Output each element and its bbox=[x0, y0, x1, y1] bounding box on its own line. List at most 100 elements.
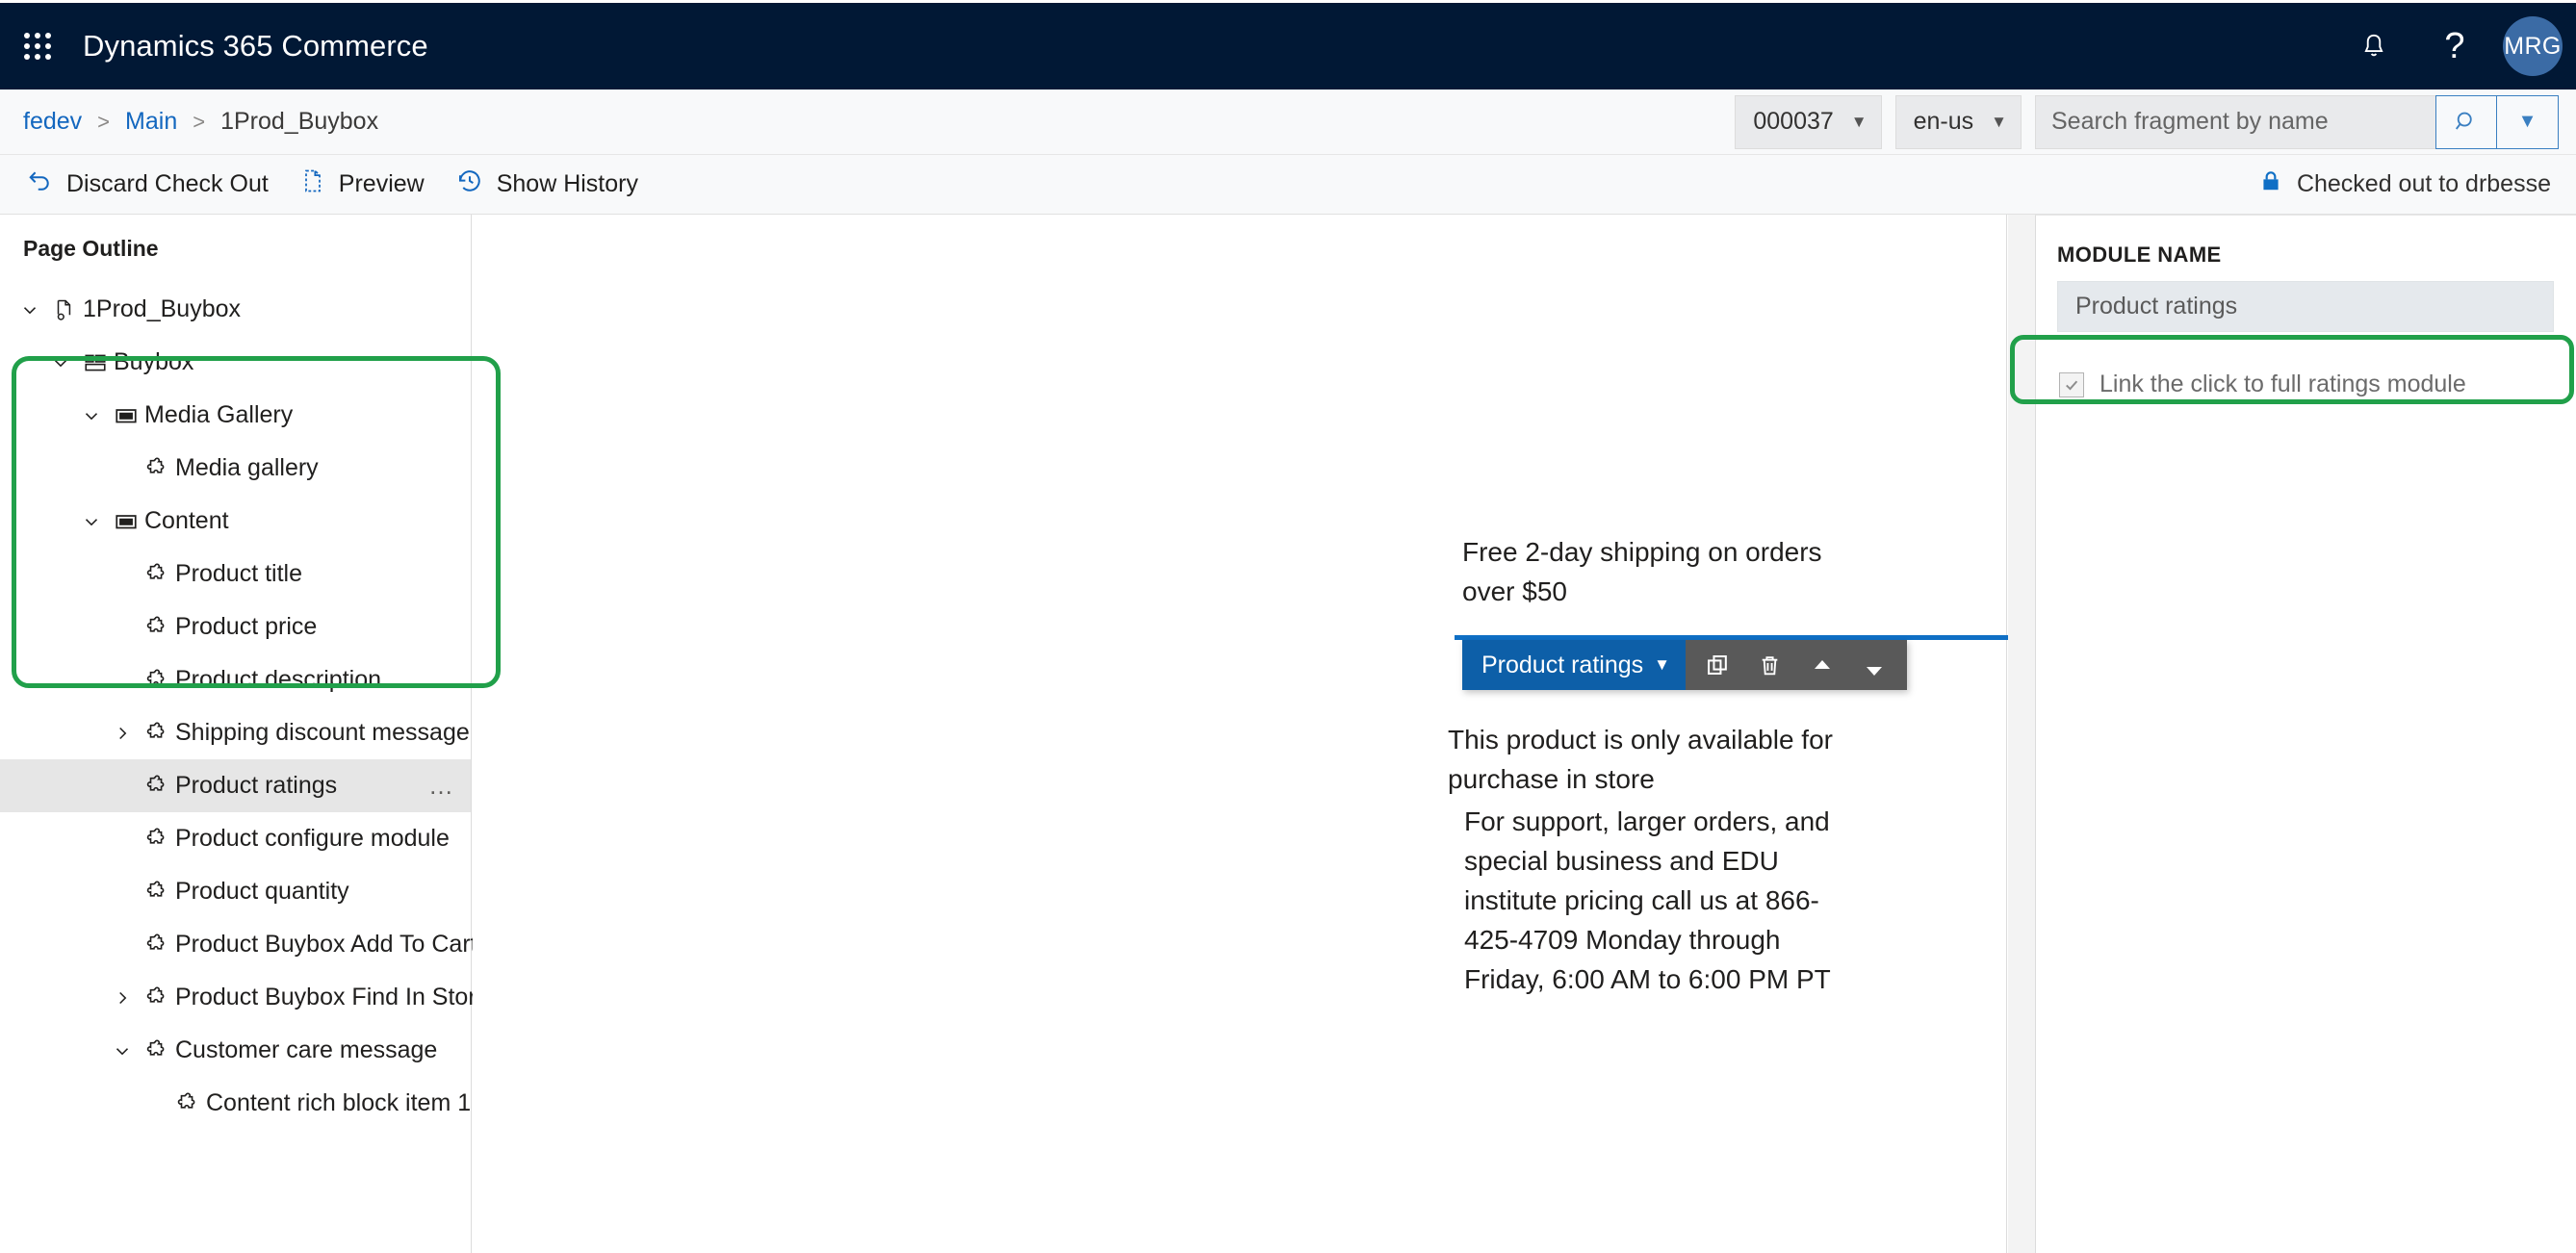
module-puzzle-icon bbox=[139, 1038, 175, 1063]
module-toolbar-label: Product ratings bbox=[1481, 651, 1644, 678]
search-options-dropdown-icon[interactable]: ▼ bbox=[2497, 94, 2559, 149]
bell-icon[interactable] bbox=[2333, 3, 2414, 90]
page-outline-title: Page Outline bbox=[23, 236, 159, 261]
module-toolbar-name-button[interactable]: Product ratings ▼ bbox=[1462, 640, 1686, 690]
search-icon[interactable] bbox=[2435, 94, 2497, 149]
tree-node-label: Product configure module bbox=[175, 825, 450, 852]
undo-icon bbox=[25, 166, 54, 202]
module-name-input[interactable] bbox=[2057, 281, 2554, 332]
tree-node-label: Content rich block item 1 bbox=[206, 1089, 472, 1116]
avatar[interactable]: MRG bbox=[2503, 16, 2563, 76]
tree-node-media-gallery[interactable]: Media gallery bbox=[0, 442, 471, 495]
locale-select-value: en-us bbox=[1913, 108, 1974, 135]
product-store-availability-text[interactable]: This product is only available for purch… bbox=[1448, 720, 1862, 799]
tree-node-shipping-discount-message[interactable]: Shipping discount message bbox=[0, 706, 471, 759]
module-toolbar: Product ratings ▼ bbox=[1462, 640, 1907, 690]
chevron-right-icon[interactable] bbox=[106, 723, 139, 744]
tree-node-media-gallery[interactable]: Media Gallery bbox=[0, 389, 471, 442]
tree-node-overflow-menu-icon[interactable]: … bbox=[428, 771, 455, 801]
question-mark-icon[interactable]: ? bbox=[2414, 3, 2495, 90]
discard-check-out-label: Discard Check Out bbox=[66, 170, 269, 197]
tree-node-label: Product title bbox=[175, 560, 303, 587]
checkout-status-label: Checked out to drbesse bbox=[2296, 170, 2551, 197]
tree-node-1prod-buybox[interactable]: 1Prod_Buybox bbox=[0, 283, 471, 336]
locale-select[interactable]: en-us ▼ bbox=[1894, 94, 2022, 149]
tree-node-product-quantity[interactable]: Product quantity bbox=[0, 865, 471, 918]
tree-node-label: Product ratings bbox=[175, 772, 338, 799]
chevron-down-icon: ▼ bbox=[1991, 112, 2007, 131]
tree-node-label: Media gallery bbox=[175, 454, 319, 481]
customer-care-message-text[interactable]: For support, larger orders, and special … bbox=[1464, 802, 1859, 999]
breadcrumb-bar-actions: 000037 ▼ en-us ▼ ▼ bbox=[1735, 94, 2559, 149]
module-puzzle-icon bbox=[139, 827, 175, 852]
channel-select[interactable]: 000037 ▼ bbox=[1735, 94, 1882, 149]
module-puzzle-icon bbox=[139, 774, 175, 799]
tree-node-content-rich-block-item-1[interactable]: Content rich block item 1 bbox=[0, 1077, 471, 1130]
tree-node-product-price[interactable]: Product price bbox=[0, 601, 471, 653]
show-history-button[interactable]: Show History bbox=[455, 155, 644, 215]
preview-button[interactable]: Preview bbox=[299, 155, 430, 215]
breadcrumb-item-current: 1Prod_Buybox bbox=[220, 108, 379, 135]
module-puzzle-icon bbox=[139, 668, 175, 693]
tree-node-buybox[interactable]: Buybox bbox=[0, 336, 471, 389]
tree-node-product-title[interactable]: Product title bbox=[0, 548, 471, 601]
chevron-down-icon[interactable] bbox=[75, 511, 108, 532]
tree-node-label: Media Gallery bbox=[144, 401, 294, 428]
module-puzzle-icon bbox=[169, 1091, 206, 1116]
link-click-checkbox-row[interactable]: Link the click to full ratings module bbox=[2059, 371, 2576, 398]
chevron-down-icon[interactable] bbox=[13, 299, 46, 320]
module-puzzle-icon bbox=[139, 615, 175, 640]
tree-node-product-description[interactable]: Product description bbox=[0, 653, 471, 706]
page-canvas[interactable]: Free 2-day shipping on orders over $50 P… bbox=[473, 215, 2044, 1253]
module-properties-panel: MODULE NAME Link the click to full ratin… bbox=[2035, 215, 2576, 1253]
checkmark-icon[interactable] bbox=[2059, 371, 2084, 397]
tree-node-label: Shipping discount message bbox=[175, 719, 470, 746]
tree-node-label: Product quantity bbox=[175, 878, 349, 905]
search-input[interactable] bbox=[2035, 94, 2435, 149]
slot-rectangle-icon bbox=[108, 403, 144, 428]
tree-node-content[interactable]: Content bbox=[0, 495, 471, 548]
tree-node-label: 1Prod_Buybox bbox=[83, 295, 242, 322]
layout-grid-icon bbox=[77, 350, 114, 375]
caret-down-icon: ▼ bbox=[1654, 655, 1670, 674]
tree-node-customer-care-message[interactable]: Customer care message bbox=[0, 1024, 471, 1077]
tree-node-product-configure-module[interactable]: Product configure module bbox=[0, 812, 471, 865]
triangle-up-icon[interactable] bbox=[1801, 644, 1843, 686]
chevron-right-icon[interactable] bbox=[106, 987, 139, 1009]
copy-icon[interactable] bbox=[1697, 644, 1739, 686]
module-name-section-label: MODULE NAME bbox=[2057, 243, 2222, 267]
module-puzzle-icon bbox=[139, 880, 175, 905]
tree-node-product-buybox-add-to-cart[interactable]: Product Buybox Add To Cart bbox=[0, 918, 477, 971]
breadcrumb-bar: fedev > Main > 1Prod_Buybox 000037 ▼ en-… bbox=[0, 90, 2576, 155]
chevron-down-icon[interactable] bbox=[106, 1040, 139, 1061]
search-group: ▼ bbox=[2035, 94, 2559, 149]
tree-node-label: Content bbox=[144, 507, 229, 534]
tree-node-label: Customer care message bbox=[175, 1036, 438, 1063]
breadcrumb-item-fedev[interactable]: fedev bbox=[23, 108, 82, 136]
tree-node-label: Product price bbox=[175, 613, 318, 640]
shipping-discount-message-text[interactable]: Free 2-day shipping on orders over $50 bbox=[1462, 532, 1876, 611]
history-clock-icon bbox=[455, 166, 484, 202]
chevron-down-icon[interactable] bbox=[75, 405, 108, 426]
triangle-down-icon[interactable] bbox=[1853, 650, 1895, 692]
preview-label: Preview bbox=[338, 170, 425, 197]
tree-node-product-buybox-find-in-store[interactable]: Product Buybox Find In Store bbox=[0, 971, 490, 1024]
module-puzzle-icon bbox=[139, 562, 175, 587]
chevron-down-icon[interactable] bbox=[44, 352, 77, 373]
tree-node-product-ratings[interactable]: Product ratings … bbox=[0, 759, 471, 812]
page-outline-panel: Page Outline 1Prod_Buybox Buybox Media Gal… bbox=[0, 215, 490, 1253]
breadcrumb-item-main[interactable]: Main bbox=[125, 108, 177, 136]
checkout-status: Checked out to drbesse bbox=[2258, 167, 2551, 201]
tree-node-label: Product Buybox Add To Cart bbox=[175, 931, 477, 958]
breadcrumb: fedev > Main > 1Prod_Buybox bbox=[23, 108, 378, 136]
app-launcher-icon[interactable] bbox=[21, 30, 54, 63]
command-bar: Discard Check Out Preview Show History C… bbox=[0, 155, 2576, 215]
page-preview-icon bbox=[299, 166, 326, 202]
module-puzzle-icon bbox=[139, 456, 175, 481]
trash-icon[interactable] bbox=[1749, 644, 1791, 686]
module-puzzle-icon bbox=[139, 985, 175, 1010]
slot-rectangle-icon bbox=[108, 509, 144, 534]
app-header-actions: ? MRG bbox=[2333, 3, 2576, 90]
module-puzzle-icon bbox=[139, 933, 175, 958]
discard-check-out-button[interactable]: Discard Check Out bbox=[25, 155, 274, 215]
